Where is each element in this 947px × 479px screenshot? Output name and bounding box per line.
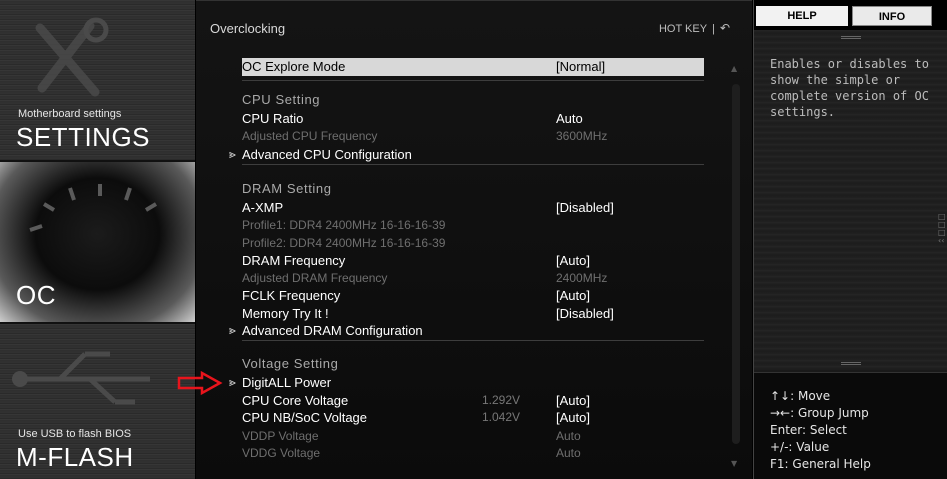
overclocking-panel: Overclocking HOT KEY | ↶ OC Explore Mode [… <box>196 0 752 479</box>
left-sidebar: Motherboard settings SETTINGS OC Use USB… <box>0 0 195 479</box>
scrollbar[interactable]: ▲ ▼ <box>731 64 740 469</box>
breadcrumb: Overclocking <box>210 21 286 36</box>
hotkey-label[interactable]: HOT KEY <box>659 23 707 35</box>
submenu-arrow-icon: ⪢ <box>229 323 236 337</box>
section-title: Voltage Setting <box>242 356 339 371</box>
top-grip-icon[interactable] <box>841 36 861 39</box>
red-arrow-icon <box>177 371 223 395</box>
setting-value: 2400MHz <box>556 271 608 285</box>
setting-value: [Disabled] <box>556 306 614 321</box>
speedometer-icon <box>29 184 158 232</box>
setting-vddp-voltage: VDDP Voltage Auto <box>242 428 704 446</box>
setting-label: Adjusted DRAM Frequency <box>242 271 388 285</box>
setting-cpu-core-voltage[interactable]: CPU Core Voltage 1.292V [Auto] <box>242 392 704 410</box>
help-tabs: HELP INFO <box>754 0 947 30</box>
setting-label: Profile1: DDR4 2400MHz 16-16-16-39 <box>242 218 446 232</box>
profile2-info: Profile2: DDR4 2400MHz 16-16-16-39 <box>242 235 704 253</box>
tab-help[interactable]: HELP <box>756 6 848 26</box>
setting-cpu-ratio[interactable]: CPU Ratio Auto <box>242 110 704 128</box>
setting-label: CPU NB/SoC Voltage <box>242 410 368 425</box>
setting-label: Adjusted CPU Frequency <box>242 129 378 143</box>
mflash-subtitle: Use USB to flash BIOS <box>18 428 132 440</box>
cpu-setting-header: CPU Setting <box>242 91 704 109</box>
scroll-up-icon[interactable]: ▲ <box>731 64 737 73</box>
tab-info[interactable]: INFO <box>852 6 932 26</box>
setting-label: VDDG Voltage <box>242 446 321 460</box>
key-f1: F1: General Help <box>770 457 871 471</box>
setting-label: Profile2: DDR4 2400MHz 16-16-16-39 <box>242 236 446 250</box>
setting-value: 3600MHz <box>556 129 608 143</box>
setting-adjusted-cpu-frequency: Adjusted CPU Frequency 3600MHz <box>242 128 704 146</box>
usb-icon <box>12 351 150 405</box>
bottom-grip-icon[interactable] <box>841 362 861 365</box>
key-move: ↑↓: Move <box>770 389 831 403</box>
setting-fclk-frequency[interactable]: FCLK Frequency [Auto] <box>242 287 704 305</box>
section-title: CPU Setting <box>242 92 321 107</box>
voltage-reading: 1.292V <box>482 393 521 407</box>
setting-vddg-voltage: VDDG Voltage Auto <box>242 445 704 463</box>
settings-menu-tile[interactable]: Motherboard settings SETTINGS <box>0 0 195 160</box>
setting-label: Memory Try It ! <box>242 306 329 321</box>
key-enter: Enter: Select <box>770 423 847 437</box>
tools-icon <box>35 17 109 97</box>
dram-setting-header: DRAM Setting <box>242 180 704 198</box>
scroll-down-icon[interactable]: ▼ <box>731 459 737 468</box>
voltage-setting-header: Voltage Setting <box>242 355 704 373</box>
mflash-menu-tile[interactable]: Use USB to flash BIOS M-FLASH <box>0 324 195 479</box>
setting-value: [Auto] <box>556 253 590 268</box>
setting-value: [Normal] <box>556 59 606 74</box>
divider <box>242 340 704 341</box>
submenu-arrow-icon: ⪢ <box>229 375 236 389</box>
hotkey-area[interactable]: HOT KEY | ↶ <box>659 21 730 35</box>
setting-label: DigitALL Power <box>242 375 332 390</box>
setting-a-xmp[interactable]: A-XMP [Disabled] <box>242 199 704 217</box>
setting-label: CPU Ratio <box>242 111 304 126</box>
setting-value: Auto <box>556 446 581 460</box>
settings-title: SETTINGS <box>16 122 151 152</box>
voltage-reading: 1.042V <box>482 410 521 424</box>
setting-label: VDDP Voltage <box>242 429 319 443</box>
settings-subtitle: Motherboard settings <box>18 108 122 120</box>
oc-title: OC <box>16 280 56 310</box>
setting-adjusted-dram-frequency: Adjusted DRAM Frequency 2400MHz <box>242 270 704 288</box>
setting-label: FCLK Frequency <box>242 288 341 303</box>
submenu-arrow-icon: ⪢ <box>229 147 236 161</box>
setting-label: OC Explore Mode <box>242 59 346 74</box>
profile1-info: Profile1: DDR4 2400MHz 16-16-16-39 <box>242 217 704 235</box>
submenu-advanced-cpu-configuration[interactable]: ⪢ Advanced CPU Configuration <box>229 146 704 164</box>
submenu-advanced-dram-configuration[interactable]: ⪢ Advanced DRAM Configuration <box>229 322 704 340</box>
mflash-title: M-FLASH <box>16 442 134 472</box>
setting-value: [Auto] <box>556 393 590 408</box>
panel-header: Overclocking HOT KEY | ↶ <box>196 1 752 51</box>
setting-cpu-nb-soc-voltage[interactable]: CPU NB/SoC Voltage 1.042V [Auto] <box>242 409 704 427</box>
submenu-digitall-power[interactable]: ⪢ DigitALL Power <box>229 374 704 392</box>
setting-dram-frequency[interactable]: DRAM Frequency [Auto] <box>242 252 704 270</box>
setting-label: Advanced CPU Configuration <box>242 147 412 162</box>
setting-label: A-XMP <box>242 200 284 215</box>
key-value: +/-: Value <box>770 440 830 454</box>
setting-label: CPU Core Voltage <box>242 393 349 408</box>
help-panel: HELP INFO Enables or disables to show th… <box>753 0 947 479</box>
setting-value: Auto <box>556 111 583 126</box>
setting-memory-try-it[interactable]: Memory Try It ! [Disabled] <box>242 305 704 323</box>
back-arrow-icon[interactable]: ↶ <box>720 21 730 35</box>
help-description: Enables or disables to show the simple o… <box>770 57 929 119</box>
setting-label: Advanced DRAM Configuration <box>242 323 423 338</box>
setting-label: DRAM Frequency <box>242 253 346 268</box>
divider <box>242 164 704 165</box>
setting-value: [Auto] <box>556 288 590 303</box>
divider <box>242 80 704 81</box>
hotkey-separator: | <box>712 23 715 35</box>
help-body: Enables or disables to show the simple o… <box>754 30 947 370</box>
key-legend: ↑↓: Move →←: Group Jump Enter: Select +/… <box>770 388 871 473</box>
setting-value: [Disabled] <box>556 200 614 215</box>
scroll-track[interactable] <box>732 84 740 444</box>
setting-value: [Auto] <box>556 410 590 425</box>
key-group-jump: →←: Group Jump <box>770 406 869 420</box>
setting-value: Auto <box>556 429 581 443</box>
section-title: DRAM Setting <box>242 181 332 196</box>
side-handle-icon[interactable]: □ □ □ ‹‹ <box>938 213 946 245</box>
setting-oc-explore-mode[interactable]: OC Explore Mode [Normal] <box>242 58 704 76</box>
oc-menu-tile[interactable]: OC <box>0 162 195 322</box>
